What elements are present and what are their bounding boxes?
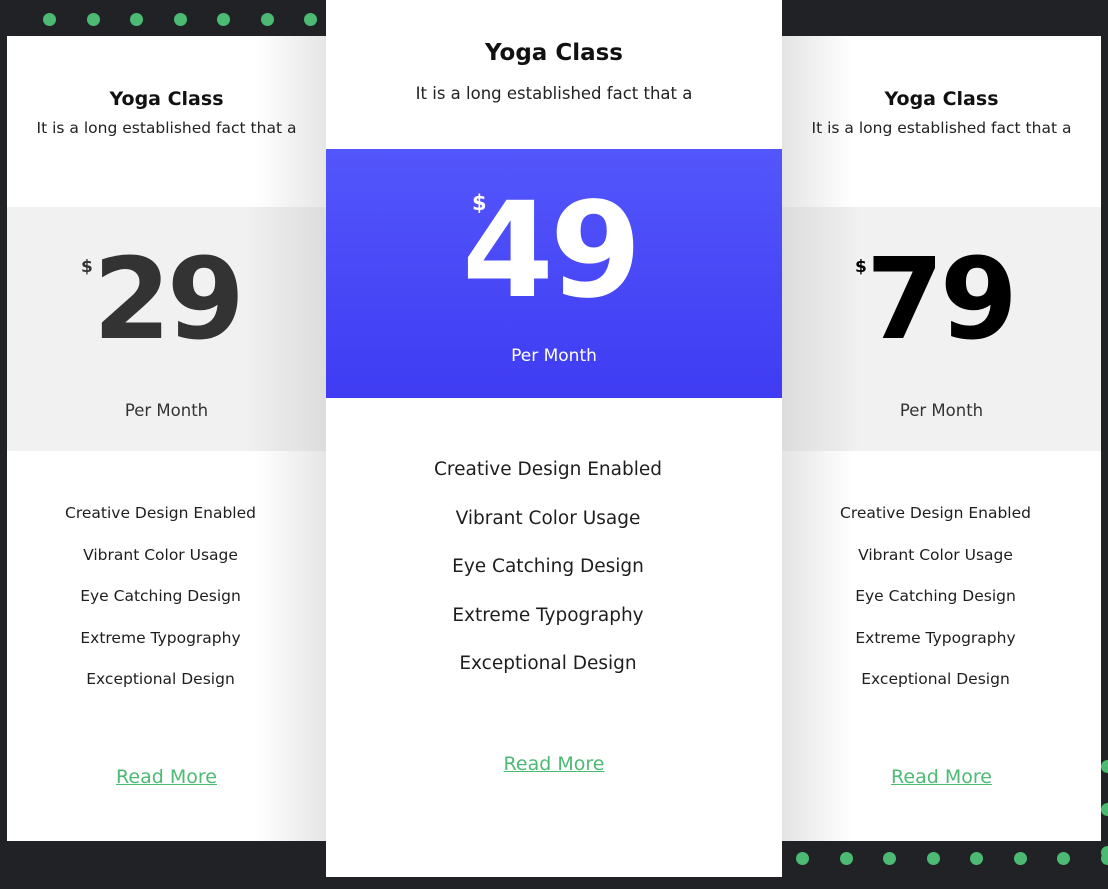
decorative-dots-top	[43, 13, 348, 26]
plan-title: Yoga Class	[7, 88, 326, 110]
plan-description: It is a long established fact that a	[807, 116, 1077, 140]
read-more-link[interactable]: Read More	[782, 766, 1101, 788]
price-box: $ 29 Per Month	[7, 207, 326, 451]
feature-item: Creative Design Enabled	[7, 504, 326, 546]
billing-period: Per Month	[326, 346, 782, 366]
currency-symbol: $	[81, 257, 93, 277]
feature-item: Vibrant Color Usage	[7, 546, 326, 588]
feature-item: Eye Catching Design	[7, 587, 326, 629]
dot	[840, 852, 853, 865]
dot	[130, 13, 143, 26]
feature-item: Extreme Typography	[782, 629, 1101, 671]
read-more-link[interactable]: Read More	[7, 766, 326, 788]
price-box: $ 49 Per Month	[326, 149, 782, 398]
plan-title: Yoga Class	[782, 88, 1101, 110]
feature-item: Extreme Typography	[7, 629, 326, 671]
dot	[1014, 852, 1027, 865]
feature-item: Exceptional Design	[326, 653, 782, 702]
feature-list: Creative Design Enabled Vibrant Color Us…	[782, 504, 1101, 712]
price-amount: 79	[866, 244, 1014, 356]
pricing-card-basic: Yoga Class It is a long established fact…	[7, 36, 326, 841]
dot	[217, 13, 230, 26]
dot	[970, 852, 983, 865]
dot	[883, 852, 896, 865]
dot	[174, 13, 187, 26]
price-amount: 49	[462, 185, 638, 317]
feature-item: Vibrant Color Usage	[782, 546, 1101, 588]
dot	[1101, 760, 1108, 773]
billing-period: Per Month	[782, 401, 1101, 420]
feature-item: Creative Design Enabled	[782, 504, 1101, 546]
decorative-dots-right	[1101, 760, 1108, 889]
feature-item: Extreme Typography	[326, 605, 782, 654]
dot	[1101, 803, 1108, 816]
dot	[927, 852, 940, 865]
pricing-card-premium: Yoga Class It is a long established fact…	[782, 36, 1101, 841]
decorative-dots-bottom	[796, 852, 1108, 865]
feature-item: Vibrant Color Usage	[326, 508, 782, 557]
plan-title: Yoga Class	[326, 40, 782, 66]
price-box: $ 79 Per Month	[782, 207, 1101, 451]
dot	[1101, 846, 1108, 859]
feature-item: Eye Catching Design	[326, 556, 782, 605]
dot	[1057, 852, 1070, 865]
feature-list: Creative Design Enabled Vibrant Color Us…	[326, 459, 782, 702]
pricing-card-featured: Yoga Class It is a long established fact…	[326, 0, 782, 877]
feature-item: Exceptional Design	[7, 670, 326, 712]
feature-list: Creative Design Enabled Vibrant Color Us…	[7, 504, 326, 712]
plan-description: It is a long established fact that a	[326, 84, 782, 103]
dot	[43, 13, 56, 26]
dot	[304, 13, 317, 26]
feature-item: Exceptional Design	[782, 670, 1101, 712]
plan-description: It is a long established fact that a	[32, 116, 302, 140]
price-amount: 29	[93, 244, 241, 356]
dot	[261, 13, 274, 26]
read-more-link[interactable]: Read More	[326, 753, 782, 775]
dot	[87, 13, 100, 26]
dot	[796, 852, 809, 865]
feature-item: Eye Catching Design	[782, 587, 1101, 629]
billing-period: Per Month	[7, 401, 326, 420]
feature-item: Creative Design Enabled	[326, 459, 782, 508]
